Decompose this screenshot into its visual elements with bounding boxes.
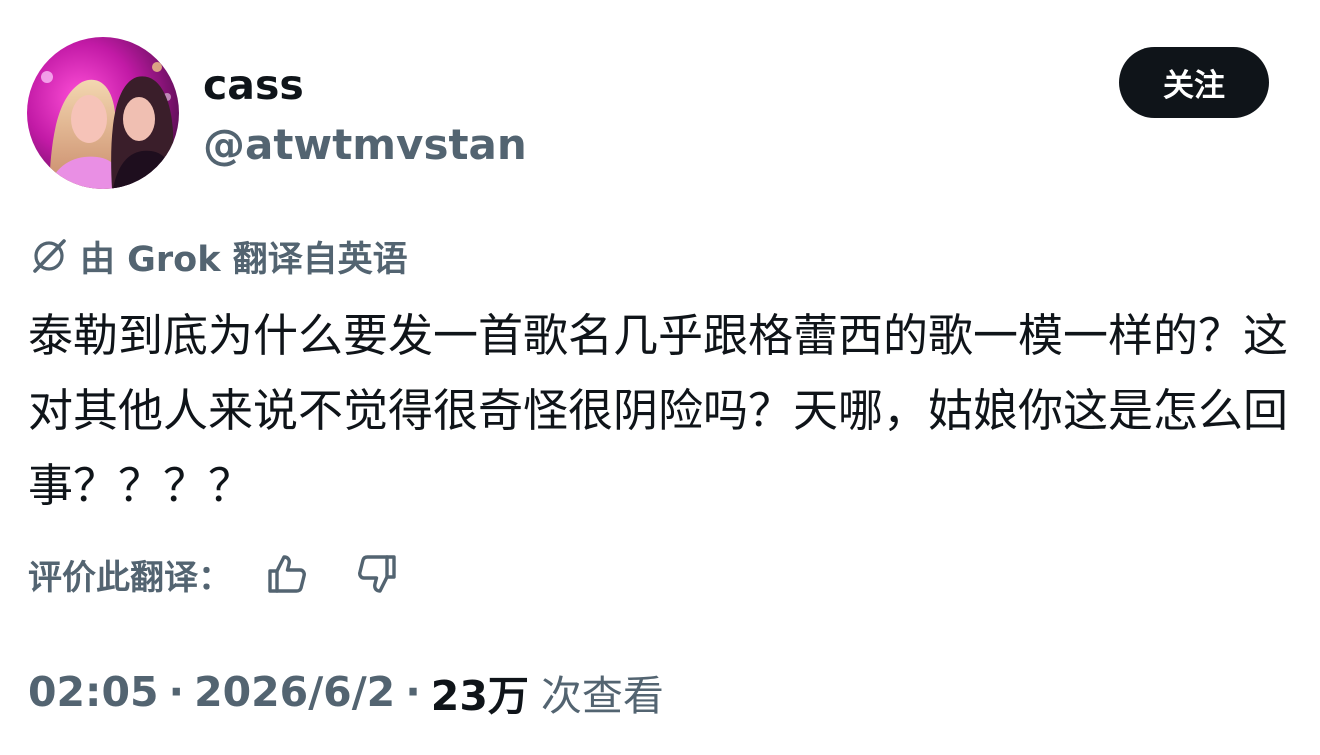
- thumbs-down-icon[interactable]: [352, 549, 402, 599]
- tweet-text: 泰勒到底为什么要发一首歌名几乎跟格蕾西的歌一模一样的？这对其他人来说不觉得很奇怪…: [28, 309, 1289, 512]
- views-count[interactable]: 23万: [431, 662, 529, 722]
- rate-translation: 评价此翻译：: [28, 545, 402, 603]
- tweet-time[interactable]: 02:05: [28, 668, 159, 716]
- author-display-name[interactable]: cass: [203, 60, 304, 110]
- separator-dot: ·: [405, 668, 421, 716]
- follow-button[interactable]: 关注: [1119, 47, 1269, 118]
- thumbs-up-icon[interactable]: [262, 549, 312, 599]
- tweet-date[interactable]: 2026/6/2: [194, 668, 395, 716]
- separator-dot: ·: [168, 668, 185, 716]
- views-label: 次查看: [540, 672, 664, 720]
- translation-notice-text: 由 Grok 翻译自英语: [80, 239, 408, 280]
- tweet-meta: 02:05 · 2026/6/2 · 23万 次查看: [28, 663, 664, 721]
- grok-icon: [28, 235, 70, 277]
- translation-notice: 由 Grok 翻译自英语: [28, 228, 408, 284]
- tweet-detail: cass @atwtmvstan 关注 由 Grok 翻译自英语 泰勒到底为什么…: [0, 0, 1320, 755]
- avatar[interactable]: [27, 37, 179, 189]
- rate-translation-label: 评价此翻译：: [28, 557, 232, 598]
- author-handle[interactable]: @atwtmvstan: [203, 119, 527, 171]
